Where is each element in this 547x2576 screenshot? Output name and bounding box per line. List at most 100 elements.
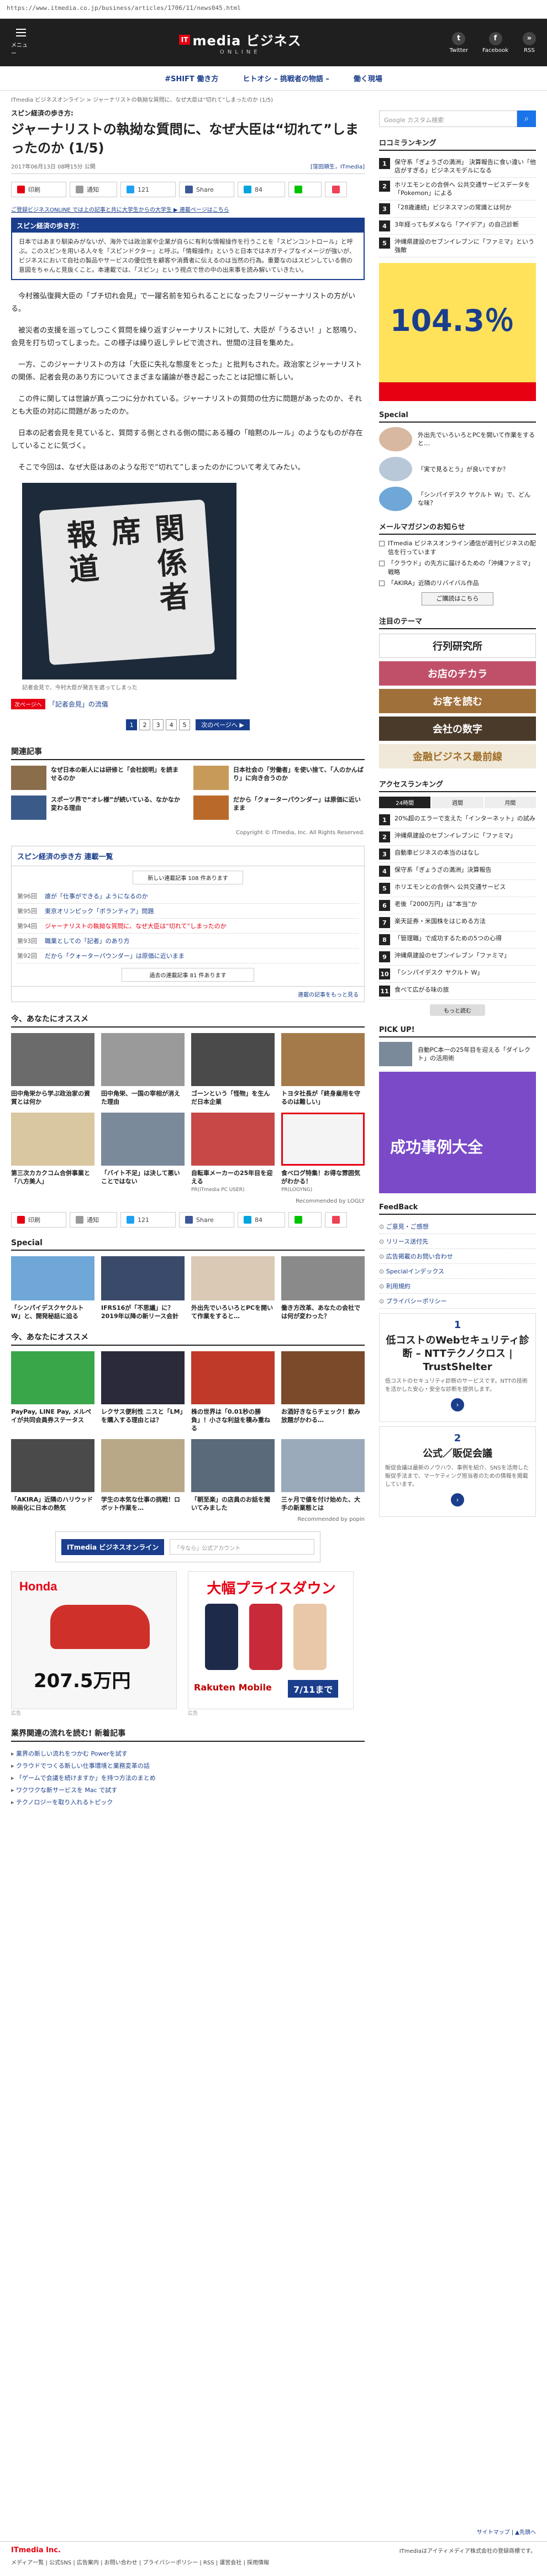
ad-slot-honda[interactable]: Honda 207.5万円 広告 <box>11 1571 177 1716</box>
access-item[interactable]: 8 「管理職」で成功するための5つの心得 <box>379 931 536 949</box>
article-photo[interactable]: 報道 関係者席 <box>22 483 236 679</box>
access-item[interactable]: 11 食べて広がる味の旅 <box>379 983 536 1000</box>
feedback-link[interactable]: 利用規約 <box>379 1279 536 1294</box>
series-list-title[interactable]: スピン経済の歩き方 連載一覧 <box>12 846 364 866</box>
footer-logo[interactable]: ITmedia Inc. <box>11 2546 61 2554</box>
search-input[interactable]: Google カスタム検索 <box>379 110 517 127</box>
access-item[interactable]: 7 楽天証券・米国株をはじめる方法 <box>379 914 536 931</box>
ranking-item[interactable]: 1 保守系「ぎょうざの満洲」 決算報告に食い違い「他店がすぎる」ビジネスモデルにな… <box>379 155 536 178</box>
series-item[interactable]: 第95回 東京オリンピック「ボランティア」問題 <box>17 904 359 919</box>
related-item[interactable]: だから「クォーターパウンダー」は原価に近いまま <box>193 796 365 820</box>
line-button[interactable] <box>288 182 322 197</box>
news-link[interactable]: ワクワクな新サービスを Mac で試す <box>11 1784 365 1796</box>
popin-card[interactable]: 学生の本気な仕事の挑戦！ロボット作業を… <box>101 1439 185 1512</box>
theme-banner[interactable]: お客を読む <box>379 689 536 713</box>
recommend-card-ad[interactable]: 食べログ特集！お得な雰囲気がわかる！ PR(LOGYNG) <box>281 1113 365 1193</box>
facebook-share-button[interactable]: Share <box>179 1212 234 1228</box>
next-page-link[interactable]: 「記者会見」の流儀 <box>49 699 108 709</box>
author-link[interactable]: [窪田順生，ITmedia] <box>311 162 365 170</box>
newer-articles-button[interactable]: 新しい連載記事 108 件あります <box>133 871 243 884</box>
access-more-button[interactable]: もっと読む <box>430 1004 485 1016</box>
bookmark-button[interactable]: 通知 <box>70 1212 117 1228</box>
news-link[interactable]: 業界の新しい流れをつかむ Powerを試す <box>11 1747 365 1760</box>
ranking-item[interactable]: 4 3年経ってもダメなら「アイデア」の自己診断 <box>379 218 536 235</box>
facebook-link[interactable]: f Facebook <box>482 31 508 54</box>
older-articles-button[interactable]: 過去の連載記事 81 件あります <box>122 968 254 982</box>
special-side-item[interactable]: 「シンパイデスク ヤクルト W」で、どんな味？ <box>379 487 536 511</box>
news-link[interactable]: クラウドでつくる新しい仕事環境と業務変革の話 <box>11 1760 365 1772</box>
series-title[interactable]: 職業としての「記者」のあり方 <box>45 936 130 945</box>
series-title[interactable]: 誰が「仕事ができる」ようになるのか <box>45 892 148 900</box>
popin-card[interactable]: 「AKIRA」近隣のハリウッド映画化に日本の熱気 <box>11 1439 94 1512</box>
page-4[interactable]: 4 <box>166 719 177 730</box>
print-button[interactable]: 印刷 <box>11 182 66 197</box>
menu-button[interactable]: メニュー <box>11 28 31 57</box>
tagnav-item[interactable]: #SHIFT 働き方 <box>165 73 218 83</box>
special-card[interactable]: IFRS16が「不思議」に？ 2019年以降の新リース会計 <box>101 1256 185 1320</box>
special-side-item[interactable]: 「実で見るとう」が良いですか？ <box>379 457 536 481</box>
related-item[interactable]: 日本社会の「労働者」を使い捨て、「人のかんばり」に向き合うのか <box>193 766 365 790</box>
recommend-card[interactable]: トヨタ社長が「終身雇用を守るのは難しい」 <box>281 1033 365 1106</box>
hatena-button[interactable]: 84 <box>238 182 285 197</box>
pr-card[interactable]: 2 公式／販促会議 販促会議は最新のノウハウ、事例を紹介、SNSを活用した販促手… <box>379 1426 536 1517</box>
access-item[interactable]: 6 老後「2000万円」は”本当”か <box>379 897 536 914</box>
recommend-card[interactable]: 田中角栄、一国の宰相が消えた理由 <box>101 1033 185 1106</box>
popin-card[interactable]: お酒好きならチェック！飲み放題がかわる… <box>281 1351 365 1432</box>
feedback-link[interactable]: ご意見・ご感想 <box>379 1219 536 1234</box>
next-page-button[interactable]: 次のページへ ▶ <box>196 719 250 730</box>
arrow-right-icon[interactable]: › <box>451 1398 464 1411</box>
checkbox[interactable] <box>379 561 385 566</box>
tagnav-item[interactable]: 働く現場 <box>354 73 382 83</box>
line-follow-banner[interactable]: ITmedia ビジネスオンライン 「今なら」公式アカウント <box>55 1531 320 1562</box>
pocket-button[interactable] <box>325 1212 347 1228</box>
footer-links[interactable]: メディア一覧 | 公式SNS | 広告案内 | お問い合わせ | プライバシーポ… <box>11 2558 536 2566</box>
pocket-button[interactable] <box>325 182 347 197</box>
facebook-share-button[interactable]: Share <box>179 182 234 197</box>
checkbox[interactable] <box>379 581 385 586</box>
special-card[interactable]: 働き方改革、あなたの会社では何が変わった？ <box>281 1256 365 1320</box>
url-bar[interactable]: https://www.itmedia.co.jp/business/artic… <box>0 0 547 19</box>
twitter-link[interactable]: t Twitter <box>449 31 468 54</box>
series-title[interactable]: 東京オリンピック「ボランティア」問題 <box>45 907 154 915</box>
popin-card[interactable]: 株の世界は「0.01秒の勝負」！小さな利益を積み重ねる <box>191 1351 275 1432</box>
theme-banner[interactable]: お店のチカラ <box>379 661 536 686</box>
bookmark-button[interactable]: 通知 <box>70 182 117 197</box>
feedback-link[interactable]: 広告掲載のお問い合わせ <box>379 1249 536 1264</box>
series-more-link[interactable]: 連載の記事をもっと見る <box>12 986 364 1002</box>
banner-input[interactable]: 「今なら」公式アカウント <box>170 1539 314 1555</box>
sidebar-ad[interactable]: 104.3％ <box>379 263 536 401</box>
popin-card[interactable]: レクサス便利性 ニスと「LM」を購入する理由とは？ <box>101 1351 185 1432</box>
theme-banner[interactable]: 会社の数字 <box>379 717 536 741</box>
notice-link[interactable]: ご登録ビジネスONLINE では上の記事と共に大学生からの大学生 ▶ 連載ページ… <box>11 205 365 213</box>
sitemap-top-link[interactable]: サイトマップ | ▲先頭へ <box>477 2527 536 2536</box>
hatena-button[interactable]: 84 <box>238 1212 285 1228</box>
tab-month[interactable]: 月間 <box>484 797 536 808</box>
ranking-item[interactable]: 2 ホリエモンとの合併へ 公共交通サービスデータを「Pokemon」による <box>379 178 536 201</box>
tweet-button[interactable]: 121 <box>120 1212 176 1228</box>
mail-option[interactable]: 「AKIRA」近隣のリバイバル作品 <box>379 579 536 588</box>
access-item[interactable]: 5 ホリエモンとの合併へ 公共交通サービス <box>379 880 536 897</box>
access-item[interactable]: 10 「シンパイデスク ヤクルト W」 <box>379 966 536 983</box>
feedback-link[interactable]: リリース送付先 <box>379 1234 536 1249</box>
recommend-card[interactable]: 自転車メーカーの25年目を迎える PR(ITmedia PC USER) <box>191 1113 275 1193</box>
arrow-right-icon[interactable]: › <box>451 1493 464 1506</box>
ad-slot-rakuten[interactable]: 大幅プライスダウン Rakuten Mobile 7/11まで 広告 <box>188 1571 354 1716</box>
page-5[interactable]: 5 <box>179 719 191 730</box>
news-link[interactable]: テクノロジーを取り入れるトピック <box>11 1796 365 1808</box>
recommend-card[interactable]: 第三次カカクコム合併事業と「八方美人」 <box>11 1113 94 1193</box>
access-item[interactable]: 1 20%超のエラーで支えた「インターネット」の試み <box>379 812 536 829</box>
mail-subscribe-button[interactable]: ご購読はこちら <box>422 592 493 605</box>
series-item[interactable]: 第96回 誰が「仕事ができる」ようになるのか <box>17 889 359 904</box>
logly-credit[interactable]: Recommended by LOGLY <box>11 1198 365 1204</box>
print-button[interactable]: 印刷 <box>11 1212 66 1228</box>
line-button[interactable] <box>288 1212 322 1228</box>
pickup-ad[interactable]: 成功事例大全 <box>379 1072 536 1193</box>
checkbox[interactable] <box>379 541 385 546</box>
breadcrumb[interactable]: ITmedia ビジネスオンライン > ジャーナリストの執拗な質問に、なぜ大臣は… <box>0 91 547 106</box>
rss-link[interactable]: » RSS <box>523 31 536 54</box>
series-item[interactable]: 第92回 だから「クォーターパウンダー」は原価に近いまま <box>17 949 359 963</box>
recommend-card[interactable]: ゴーンという「怪物」を生んだ日本企業 <box>191 1033 275 1106</box>
page-2[interactable]: 2 <box>139 719 151 730</box>
mail-option[interactable]: ITmedia ビジネスオンライン通信が週刊ビジネスの配信を行っています <box>379 539 536 557</box>
related-item[interactable]: スポーツ界で“オレ様”が続いている、なかなか変わる理由 <box>11 796 182 820</box>
